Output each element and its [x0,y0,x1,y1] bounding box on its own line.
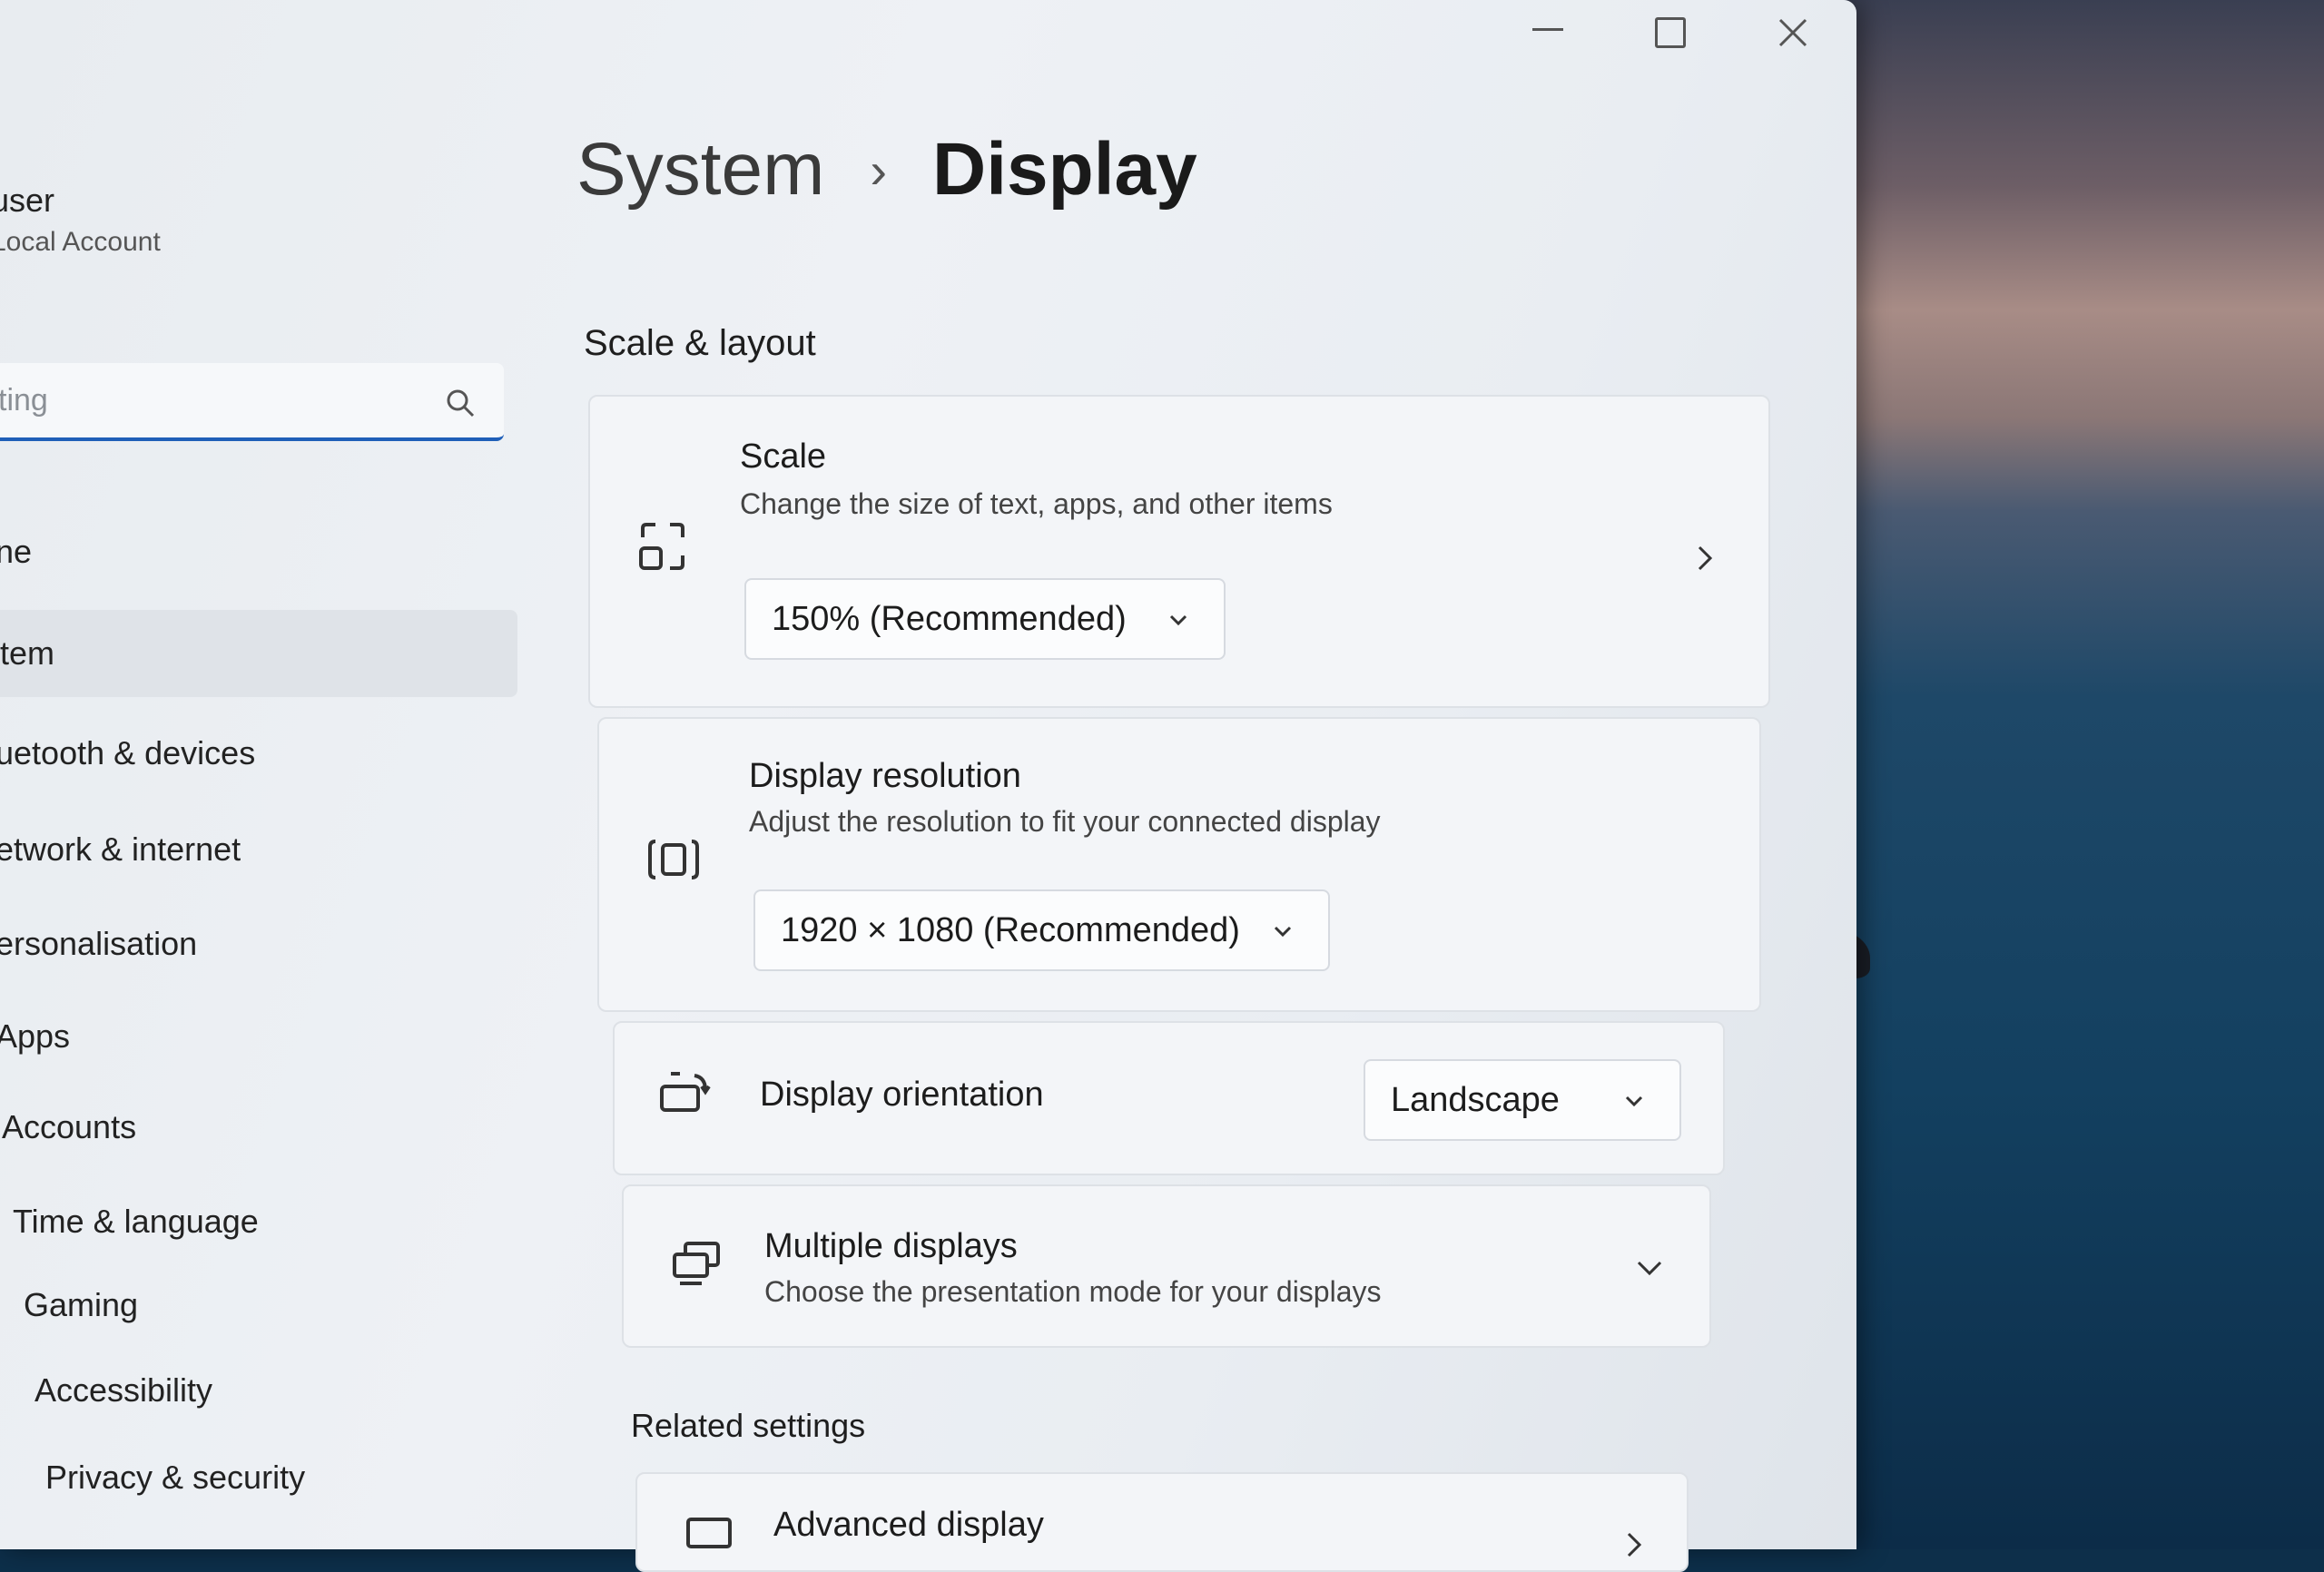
sidebar-item-home[interactable]: ne [0,508,32,595]
sidebar-item-label: Apps [0,1017,71,1055]
multiple-displays-icon [673,1242,720,1285]
chevron-down-icon [1169,614,1187,626]
sidebar-item-time-language[interactable]: Time & language [13,1178,259,1265]
user-account-type: Local Account [0,227,161,257]
sidebar-item-apps[interactable]: Apps [0,993,70,1080]
sidebar-item-gaming[interactable]: Gaming [24,1262,138,1349]
multiple-displays-title: Multiple displays [764,1227,1018,1265]
search-icon[interactable] [444,387,477,419]
multiple-displays-card[interactable]: Multiple displays Choose the presentatio… [622,1184,1711,1348]
scale-description: Change the size of text, apps, and other… [740,487,1333,520]
resolution-card: Display resolution Adjust the resolution… [597,717,1761,1012]
sidebar-item-personalisation[interactable]: ersonalisation [0,900,197,987]
breadcrumb: System › Display [576,127,1197,212]
orientation-dropdown[interactable]: Landscape [1364,1059,1681,1141]
page-title: Display [932,128,1197,211]
sidebar-item-accounts[interactable]: Accounts [2,1084,136,1171]
resolution-title: Display resolution [749,757,1021,795]
resolution-icon [648,840,699,879]
section-title-scale-layout: Scale & layout [584,323,816,363]
chevron-down-icon[interactable] [1633,1252,1666,1284]
scale-selected-value: 150% (Recommended) [772,599,1127,638]
resolution-description: Adjust the resolution to fit your connec… [749,805,1381,838]
maximize-icon [1655,17,1686,48]
scale-title: Scale [740,437,827,476]
sidebar-item-label: Time & language [13,1203,259,1240]
resolution-selected-value: 1920 × 1080 (Recommended) [781,910,1240,949]
minimize-button[interactable] [1498,5,1598,60]
minimize-icon [1532,27,1563,31]
sidebar-item-label: tem [0,634,55,672]
scale-icon [639,523,684,570]
orientation-selected-value: Landscape [1391,1080,1560,1119]
orientation-title: Display orientation [760,1076,1044,1114]
sidebar: user Local Account ting ne tem uetooth &… [0,0,527,1549]
multiple-displays-description: Choose the presentation mode for your di… [764,1275,1382,1308]
search-input[interactable]: ting [0,383,48,418]
advanced-display-card[interactable]: Advanced display [635,1472,1689,1572]
user-name: user [0,182,55,219]
sidebar-item-label: Accounts [2,1108,137,1145]
sidebar-item-label: Gaming [24,1286,139,1323]
monitor-icon [686,1518,732,1548]
sidebar-item-network[interactable]: etwork & internet [0,806,241,893]
breadcrumb-parent[interactable]: System [576,127,824,212]
sidebar-item-bluetooth[interactable]: uetooth & devices [0,710,255,797]
breadcrumb-separator-icon: › [870,141,888,199]
advanced-display-title: Advanced display [773,1506,1044,1544]
chevron-down-icon [1625,1095,1643,1107]
sidebar-item-label: uetooth & devices [0,734,256,771]
sidebar-item-label: Privacy & security [45,1459,306,1496]
sidebar-item-accessibility[interactable]: Accessibility [34,1347,212,1434]
chevron-right-icon[interactable] [1618,1528,1650,1561]
sidebar-item-label: ersonalisation [0,925,198,962]
maximize-button[interactable] [1620,5,1720,60]
close-button[interactable] [1743,5,1843,60]
resolution-dropdown[interactable]: 1920 × 1080 (Recommended) [753,889,1330,971]
section-title-related-settings: Related settings [631,1407,866,1444]
sidebar-item-privacy-security[interactable]: Privacy & security [45,1434,305,1521]
chevron-down-icon [1274,926,1292,938]
scale-card[interactable]: Scale Change the size of text, apps, and… [588,395,1770,708]
sidebar-item-label: etwork & internet [0,830,241,868]
sidebar-item-label: Accessibility [34,1371,213,1409]
scale-dropdown[interactable]: 150% (Recommended) [744,578,1226,660]
sidebar-item-system[interactable]: tem [0,610,517,697]
chevron-right-icon[interactable] [1689,542,1721,575]
orientation-card: Display orientation Landscape [613,1021,1725,1175]
close-icon [1778,18,1807,47]
settings-window: user Local Account ting ne tem uetooth &… [0,0,1856,1572]
orientation-icon [660,1072,711,1112]
desktop-wallpaper [1779,0,2324,1549]
search-box[interactable]: ting [0,363,504,441]
sidebar-item-label: ne [0,533,33,570]
